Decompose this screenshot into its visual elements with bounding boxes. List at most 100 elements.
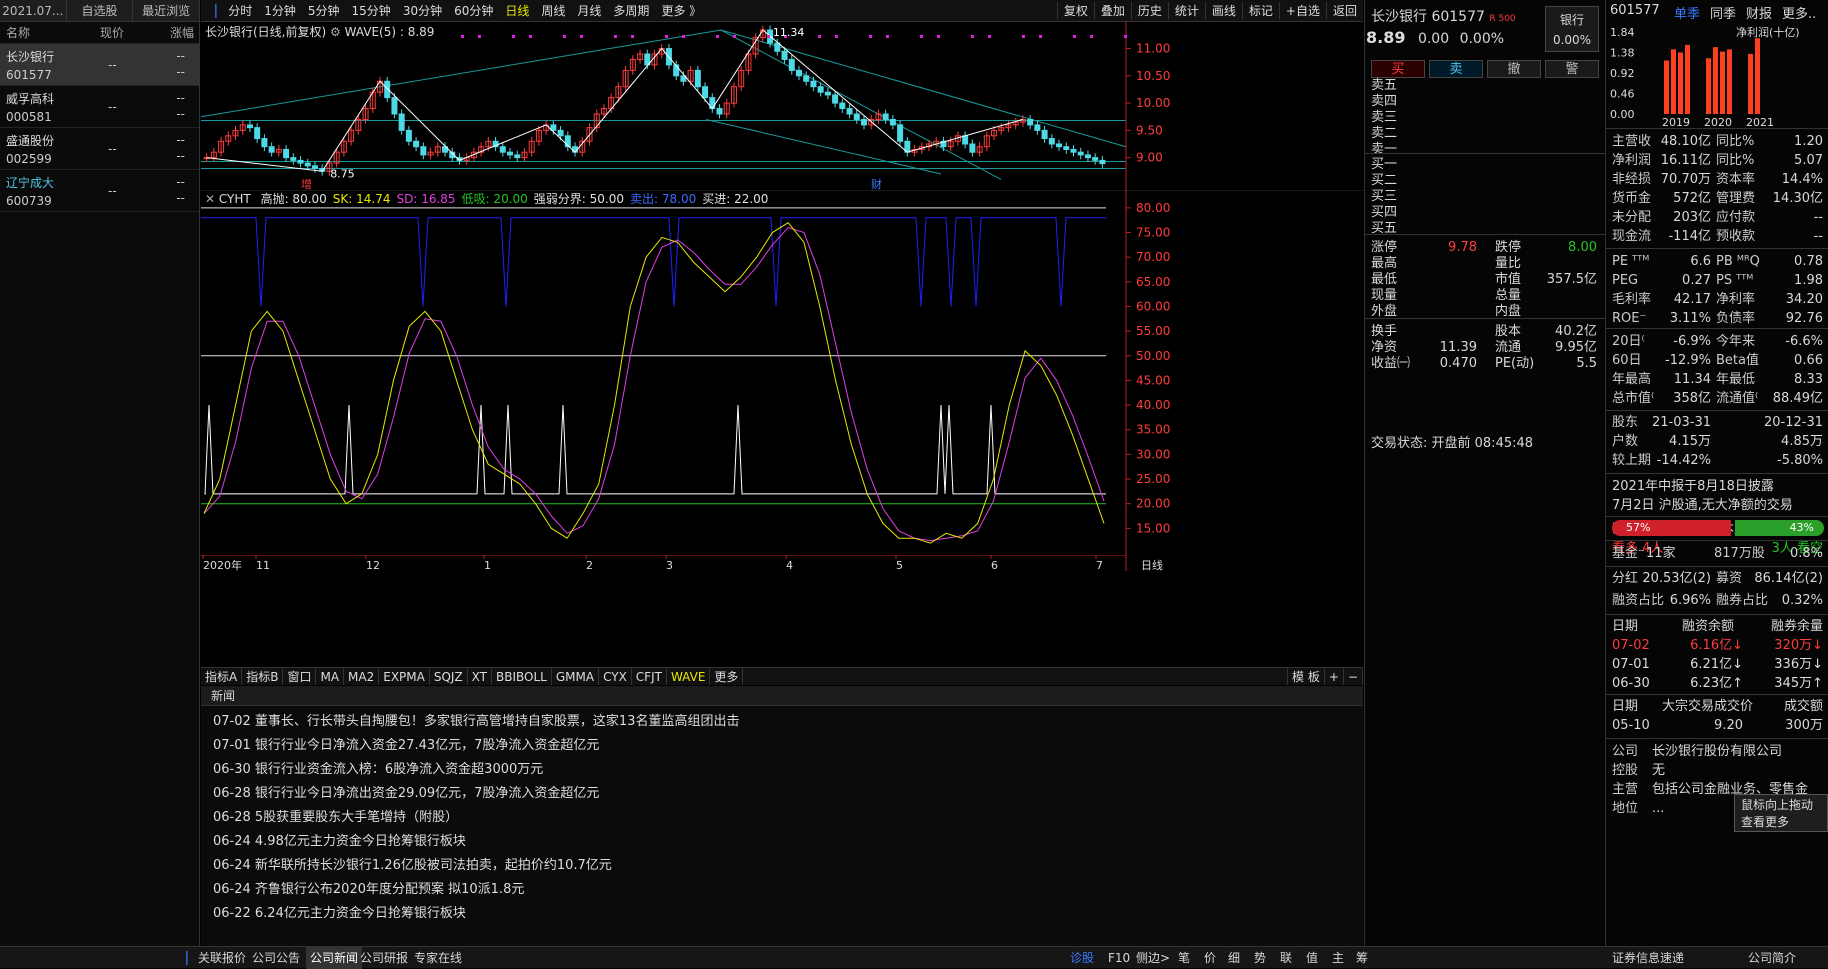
bottom-right-tab[interactable]: 值 <box>1306 947 1318 969</box>
bottom-right-tab[interactable]: 诊股 <box>1070 947 1094 969</box>
bottom-tab[interactable]: 公司新闻 <box>306 947 363 969</box>
indicator-tab[interactable]: SQJZ <box>430 668 468 685</box>
settings-gear-icon[interactable]: ⚙ <box>330 25 341 39</box>
indicator-tab[interactable]: BBIBOLL <box>492 668 552 685</box>
sidebar-toggle-icon[interactable]: ▕ <box>201 4 222 18</box>
signal-dot <box>563 35 566 38</box>
period-tab[interactable]: 15分钟 <box>346 2 397 19</box>
bottom-right-tab[interactable]: 筹 <box>1356 947 1368 969</box>
news-item[interactable]: 06-28 银行行业今日净流出资金29.09亿元，7股净流入资金超亿元 <box>201 782 1363 806</box>
tab-watchlist[interactable]: 自选股 <box>67 0 134 21</box>
period-tab[interactable]: 60分钟 <box>448 2 499 19</box>
news-item[interactable]: 06-24 齐鲁银行公布2020年度分配预案 拟10派1.8元 <box>201 878 1363 902</box>
bottom-right-tab[interactable]: 侧边> <box>1136 947 1170 969</box>
indicator-tab[interactable]: 指标B <box>242 668 284 685</box>
indicator-tab[interactable]: MA <box>316 668 345 685</box>
indicator-tab[interactable]: 指标A <box>201 668 243 685</box>
company-profile-tab[interactable]: 公司简介 <box>1748 947 1796 969</box>
indicator-tab[interactable]: XT <box>468 668 493 685</box>
toolbar-button[interactable]: 统计 <box>1167 2 1205 19</box>
list-item[interactable]: 威孚高科 000581 -- -- -- <box>0 86 199 128</box>
toolbar-button[interactable]: 画线 <box>1204 2 1242 19</box>
sector-box[interactable]: 银行 0.00% <box>1545 6 1599 52</box>
cyht-tick: 60.00 <box>1136 299 1170 313</box>
signal-dot <box>461 35 464 38</box>
indicator-tab[interactable]: 更多 <box>710 668 744 685</box>
news-item[interactable]: 06-24 4.98亿元主力资金今日抢筹银行板块 <box>201 830 1363 854</box>
cyht-tick: 75.00 <box>1136 226 1170 240</box>
cyht-chart[interactable]: 80.00 75.00 70.00 65.00 60.00 55.00 50.00 45.00… <box>201 190 1363 558</box>
bottom-tab[interactable]: 公司公告 <box>252 947 300 969</box>
col-name[interactable]: 名称 <box>0 22 100 43</box>
kline-chart[interactable]: 11.00 10.50 10.00 9.50 9.00 11.34 8.75 增 财 <box>201 22 1363 190</box>
notice-item[interactable]: 7月2日 沪股通,无大净额的交易 <box>1606 495 1828 516</box>
bottom-tab[interactable]: 关联报价 <box>198 947 246 969</box>
news-item[interactable]: 07-01 银行行业今日净流入资金27.43亿元，7股净流入资金超亿元 <box>201 734 1363 758</box>
close-indicator-icon[interactable]: ✕ <box>205 192 215 206</box>
bottom-bar: ▕ 关联报价 公司公告 公司新闻 公司研报 专家在线 诊股 F10 侧边> 笔价细势联值主筹 证券信… <box>0 946 1828 969</box>
x-tick: 12 <box>366 559 380 572</box>
news-item[interactable]: 06-24 新华联所持长沙银行1.26亿股被司法拍卖，起拍价约10.7亿元 <box>201 854 1363 878</box>
indicator-tab[interactable]: CYX <box>599 668 632 685</box>
notice-item[interactable]: 2021年中报于8月18日披露 <box>1606 476 1828 497</box>
toolbar-button[interactable]: 复权 <box>1056 2 1094 19</box>
toolbar-button[interactable]: +自选 <box>1278 2 1326 19</box>
period-tab[interactable]: 分时 <box>222 2 258 19</box>
signal-dot <box>682 35 685 38</box>
tab-recent[interactable]: 最近浏览 <box>133 0 199 21</box>
candle-body <box>311 165 318 170</box>
period-tab[interactable]: 1分钟 <box>258 2 302 19</box>
col-price[interactable]: 现价 <box>100 22 150 43</box>
bottom-tab[interactable]: 专家在线 <box>414 947 462 969</box>
divider <box>1606 540 1828 541</box>
indicator-tab[interactable]: 窗口 <box>283 668 317 685</box>
period-tab[interactable]: 月线 <box>571 2 607 19</box>
period-tab[interactable]: 多周期 <box>607 2 655 19</box>
holder-row: 股东 21-03-31 20-12-31 <box>1606 412 1828 433</box>
bottom-right-tab[interactable]: 价 <box>1204 947 1216 969</box>
indicator-tab[interactable]: CFJT <box>632 668 667 685</box>
template-button[interactable]: 模 板 <box>1287 668 1325 685</box>
period-tab[interactable]: 日线 <box>499 2 535 19</box>
bid-row[interactable]: 买五 <box>1365 219 1605 238</box>
toolbar-button[interactable]: 叠加 <box>1093 2 1131 19</box>
f10-label: 股东 <box>1612 415 1639 430</box>
f10-value: 5.07 <box>1794 153 1823 168</box>
news-item[interactable]: 06-28 5股获重要股东大手笔增持（附股） <box>201 806 1363 830</box>
period-tab[interactable]: 更多 》 <box>655 2 707 19</box>
period-tab[interactable]: 周线 <box>535 2 571 19</box>
news-item[interactable]: 06-22 6.24亿元主力资金今日抢筹银行板块 <box>201 902 1363 926</box>
bottom-right-tab[interactable]: 主 <box>1332 947 1344 969</box>
indicator-tab[interactable]: MA2 <box>344 668 380 685</box>
indicator-tab[interactable]: GMMA <box>552 668 600 685</box>
valuation-row: PE ᵀᵀᴹ 6.6 PB ᴹᴿQ 0.78 <box>1606 251 1828 272</box>
col-change[interactable]: 涨幅 <box>150 22 194 43</box>
news-item[interactable]: 06-30 银行行业资金流入榜：6股净流入资金超3000万元 <box>201 758 1363 782</box>
candle-body <box>788 58 795 71</box>
news-item[interactable]: 07-02 董事长、行长带头自掏腰包！多家银行高管增持自家股票，这家13名董监高… <box>201 710 1363 734</box>
bottom-right-tab[interactable]: F10 <box>1108 947 1130 969</box>
list-item[interactable]: 盛通股份 002599 -- -- -- <box>0 128 199 170</box>
candle-body <box>716 108 723 115</box>
zoom-out-icon[interactable]: − <box>1344 668 1363 685</box>
bottom-tab[interactable]: 公司研报 <box>360 947 408 969</box>
bottom-right-tab[interactable]: 笔 <box>1178 947 1190 969</box>
indicator-tab[interactable]: WAVE <box>667 668 711 685</box>
bottom-right-tab[interactable]: 细 <box>1228 947 1240 969</box>
bottom-right-tab[interactable]: 联 <box>1280 947 1292 969</box>
toolbar-button[interactable]: 返回 <box>1325 2 1363 19</box>
collapse-icon[interactable]: ▕ <box>178 947 187 969</box>
bottom-right-tab[interactable]: 势 <box>1254 947 1266 969</box>
indicator-tab[interactable]: EXPMA <box>379 668 430 685</box>
toolbar-button[interactable]: 标记 <box>1241 2 1279 19</box>
zoom-in-icon[interactable]: + <box>1325 668 1344 685</box>
toolbar-button[interactable]: 历史 <box>1130 2 1168 19</box>
list-item[interactable]: 长沙银行 601577 -- -- -- <box>0 44 199 86</box>
period-tab[interactable]: 30分钟 <box>397 2 448 19</box>
block-head: 成交额 <box>1783 699 1823 714</box>
f10-label: 未分配 <box>1612 210 1652 225</box>
info-feed-tab[interactable]: 证券信息速递 <box>1612 947 1684 969</box>
list-item[interactable]: 辽宁成大 600739 -- -- -- <box>0 170 199 212</box>
tab-date[interactable]: 2021.07... <box>0 0 67 21</box>
period-tab[interactable]: 5分钟 <box>302 2 346 19</box>
